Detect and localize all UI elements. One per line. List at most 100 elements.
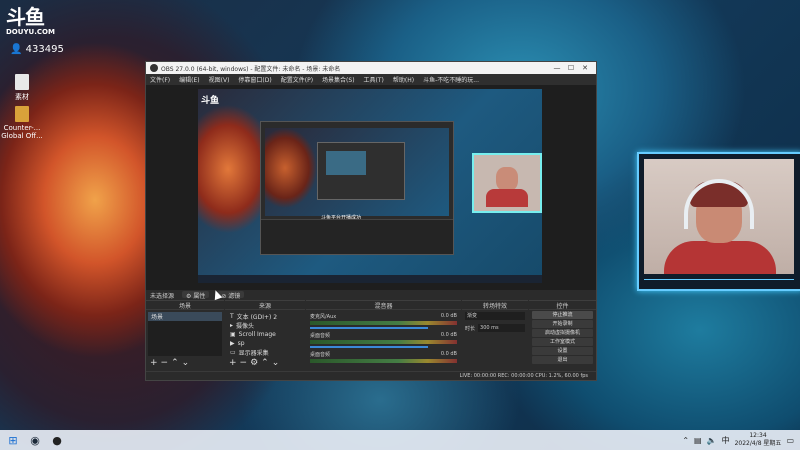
mixer-dock: 混音器 麦克风/Aux 0.0 dB 桌面音频 0.0 dB 桌面音频 0.0 dB (306, 300, 461, 370)
menu-tools[interactable]: 工具(T) (364, 75, 384, 84)
desktop-icon-label: Counter-... Global Off... (1, 124, 43, 140)
desktop-icon-csgo[interactable]: Counter-... Global Off... (0, 106, 44, 140)
chevron-up-icon[interactable]: ⌃ (682, 436, 689, 445)
preview-area: 斗鱼 斗鱼平台开播成功 (146, 85, 596, 290)
menu-edit[interactable]: 编辑(E) (179, 75, 199, 84)
mixer-title: 混音器 (306, 301, 461, 310)
webcam-preview-small (472, 153, 542, 213)
scene-item[interactable]: 场景 (148, 312, 222, 321)
exit-button[interactable]: 退出 (532, 356, 593, 364)
source-label: 显示器采集 (238, 350, 269, 357)
face (496, 167, 518, 191)
media-icon: ▶ (230, 340, 235, 347)
scenes-list[interactable]: 场景 (148, 312, 222, 356)
image-icon: ▣ (230, 331, 236, 338)
track-name: 桌面音频 (310, 352, 331, 358)
obs-taskbar-icon[interactable]: ● (48, 433, 66, 447)
volume-meter (310, 321, 457, 325)
transition-select[interactable]: 渐变 (465, 312, 525, 320)
track-name: 麦克风/Aux (310, 314, 337, 320)
scenes-dock: 场景 场景 +−⌃⌄ (146, 300, 224, 370)
maximize-button[interactable]: ☐ (564, 64, 578, 72)
stop-streaming-button[interactable]: 停止推流 (532, 311, 593, 319)
preview-canvas[interactable]: 斗鱼 斗鱼平台开播成功 (198, 89, 542, 283)
transition-type: 渐变 (467, 313, 478, 319)
settings-button[interactable]: 设置 (532, 347, 593, 355)
system-tray: ⌃ ▤ 🔈 中 12:34 2022/4/8 星期五 ▭ (682, 432, 800, 448)
up-icon[interactable]: ⌃ (261, 358, 272, 368)
shirt (486, 189, 528, 207)
monitor-icon: ▭ (230, 349, 236, 356)
gear-icon[interactable]: ⚙ (250, 358, 261, 368)
down-icon[interactable]: ⌄ (272, 358, 283, 368)
down-icon[interactable]: ⌄ (182, 358, 193, 368)
duration-input[interactable]: 300 ms (478, 324, 525, 332)
clock[interactable]: 12:34 2022/4/8 星期五 (735, 432, 782, 448)
menu-scene-collection[interactable]: 场景集合(S) (322, 75, 355, 84)
ime-icon[interactable]: 中 (722, 435, 730, 446)
menu-file[interactable]: 文件(F) (150, 75, 170, 84)
shirt (664, 241, 776, 274)
webcam-feed (644, 159, 794, 274)
remove-icon[interactable]: − (161, 358, 172, 368)
window-title: OBS 27.0.0 (64-bit, windows) - 配置文件: 未命名… (161, 65, 341, 73)
nested-obs-window: 斗鱼平台开播成功 (260, 121, 454, 255)
game-icon (15, 106, 29, 122)
file-icon (15, 74, 29, 90)
webcam-frame-bar (644, 279, 794, 286)
menu-douyu-plugin[interactable]: 斗鱼-不吃不睡的玩... (423, 75, 479, 84)
person-icon: 👤 (10, 44, 23, 55)
mixer-track: 桌面音频 0.0 dB (310, 332, 457, 348)
menu-help[interactable]: 帮助(H) (393, 75, 414, 84)
taskbar: ⊞ ◉ ● ⌃ ▤ 🔈 中 12:34 2022/4/8 星期五 ▭ (0, 430, 800, 450)
gear-icon: ⚙ (186, 293, 192, 300)
room-id-text: 433495 (25, 44, 64, 55)
virtual-camera-button[interactable]: 启动虚拟摄像机 (532, 329, 593, 337)
source-item[interactable]: ▶ sp (227, 339, 303, 348)
volume-meter (310, 340, 457, 344)
add-icon[interactable]: + (229, 358, 240, 368)
headset (684, 179, 754, 229)
network-icon[interactable]: ▤ (694, 436, 702, 445)
steam-icon[interactable]: ◉ (26, 433, 44, 447)
source-item[interactable]: ▣ Scroll Image (227, 330, 303, 339)
source-label: 文本 (GDI+) 2 (236, 314, 278, 321)
scene-controls: +−⌃⌄ (150, 358, 192, 368)
properties-button[interactable]: ⚙ 属性 (182, 291, 210, 300)
source-item[interactable]: T 文本 (GDI+) 2 (227, 312, 303, 321)
scene-label: 场景 (151, 314, 164, 321)
start-recording-button[interactable]: 开始录制 (532, 320, 593, 328)
volume-icon[interactable]: 🔈 (707, 436, 717, 445)
menu-docks[interactable]: 停靠窗口(D) (238, 75, 271, 84)
properties-label: 属性 (193, 293, 206, 300)
notification-icon[interactable]: ▭ (786, 436, 794, 445)
minimize-button[interactable]: — (550, 64, 564, 72)
add-icon[interactable]: + (150, 358, 161, 368)
track-db: 0.0 dB (440, 351, 457, 357)
remove-icon[interactable]: − (240, 358, 251, 368)
desktop-icon-materials[interactable]: 素材 (0, 74, 44, 102)
desktop-icon-label: 素材 (15, 93, 29, 101)
studio-mode-button[interactable]: 工作室模式 (532, 338, 593, 346)
duration-label: 时长 (465, 325, 476, 332)
sources-dock: 来源 T 文本 (GDI+) 2 ▸ 摄像头 ▣ Scroll Image ▶ sp ▭… (225, 300, 305, 370)
up-icon[interactable]: ⌃ (171, 358, 182, 368)
windows-start-icon[interactable]: ⊞ (4, 433, 22, 447)
obs-window[interactable]: OBS 27.0.0 (64-bit, windows) - 配置文件: 未命名… (145, 61, 597, 381)
source-item[interactable]: ▭ 显示器采集 (227, 348, 303, 357)
transitions-dock: 转场特效 渐变 时长 300 ms (462, 300, 528, 370)
sources-list[interactable]: T 文本 (GDI+) 2 ▸ 摄像头 ▣ Scroll Image ▶ sp ▭ 显示器… (227, 312, 303, 357)
clock-date: 2022/4/8 星期五 (734, 440, 782, 447)
volume-slider[interactable] (310, 327, 428, 329)
volume-slider[interactable] (310, 346, 428, 348)
close-button[interactable]: ✕ (578, 64, 592, 72)
filters-label: 滤镜 (228, 293, 241, 300)
menu-view[interactable]: 视图(V) (209, 75, 230, 84)
duration-value: 300 ms (480, 325, 499, 331)
duration-row: 时长 300 ms (462, 322, 528, 334)
source-item[interactable]: ▸ 摄像头 (227, 321, 303, 330)
scenes-title: 场景 (146, 301, 224, 310)
nested-preview (265, 128, 449, 216)
menu-profile[interactable]: 配置文件(P) (281, 75, 313, 84)
controls-title: 控件 (529, 301, 596, 310)
